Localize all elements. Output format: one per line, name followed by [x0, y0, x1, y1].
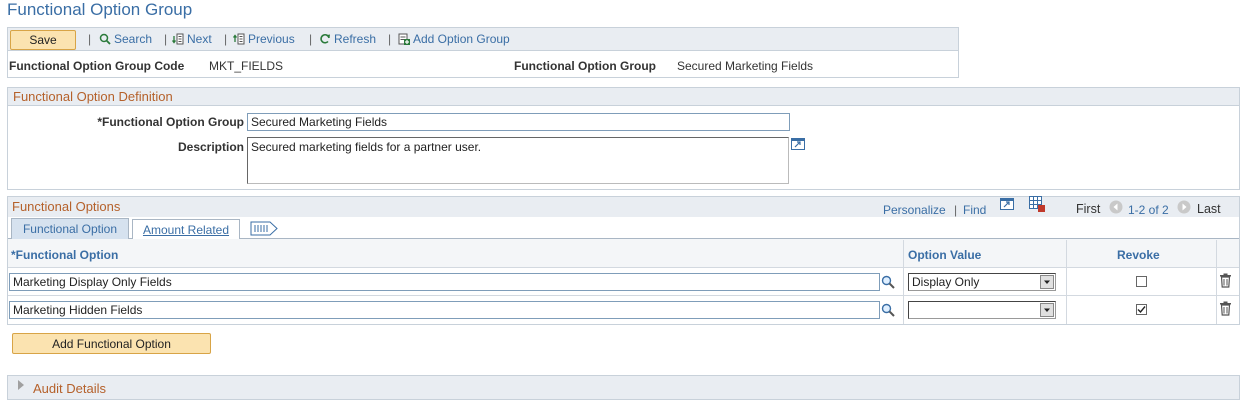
previous-label: Previous [248, 32, 295, 46]
group-name-label: Functional Option Group [514, 59, 656, 73]
toolbar-separator: | [224, 32, 228, 46]
add-icon [398, 33, 410, 45]
previous-row-icon[interactable] [1109, 200, 1123, 214]
functional-option-group-input[interactable] [247, 113, 790, 131]
delete-row-icon[interactable] [1219, 301, 1232, 316]
search-label: Search [114, 32, 153, 46]
lookup-icon[interactable] [881, 275, 895, 289]
add-option-group-label: Add Option Group [413, 32, 510, 46]
refresh-link[interactable]: Refresh [319, 32, 376, 46]
next-icon [172, 33, 184, 45]
audit-details-title[interactable]: Audit Details [33, 381, 106, 396]
definition-section-title: Functional Option Definition [8, 88, 1239, 106]
toolbar-separator: | [388, 32, 392, 46]
save-button[interactable]: Save [10, 30, 76, 50]
delete-row-icon[interactable] [1219, 273, 1232, 288]
refresh-icon [320, 34, 330, 44]
functional-options-title: Functional Options [12, 199, 121, 214]
next-link[interactable]: Next [172, 32, 212, 46]
dropdown-arrow-icon [1040, 275, 1054, 289]
show-all-columns-icon[interactable] [250, 221, 278, 236]
group-code-value: MKT_FIELDS [209, 59, 284, 73]
option-value-select[interactable] [908, 301, 1056, 319]
toolbar-separator: | [164, 32, 168, 46]
lookup-icon[interactable] [881, 303, 895, 317]
option-value-select[interactable]: Display Only [908, 273, 1056, 291]
search-link[interactable]: Search [99, 32, 152, 46]
expand-icon[interactable] [791, 138, 805, 150]
group-name-value: Secured Marketing Fields [677, 59, 814, 73]
revoke-checkbox[interactable] [1136, 304, 1147, 315]
find-link[interactable]: Find [963, 203, 986, 217]
add-functional-option-button[interactable]: Add Functional Option [12, 333, 211, 354]
checkmark-icon [1137, 306, 1146, 314]
description-textarea[interactable]: Secured marketing fields for a partner u… [247, 137, 789, 184]
view-all-icon[interactable] [1000, 198, 1014, 210]
tab-amount-related[interactable]: Amount Related [132, 219, 240, 239]
first-label: First [1076, 202, 1101, 216]
option-value-selected: Display Only [912, 275, 980, 289]
next-row-icon[interactable] [1177, 200, 1191, 214]
last-label: Last [1197, 202, 1221, 216]
page-title: Functional Option Group [7, 0, 193, 19]
functional-option-group-label: *Functional Option Group [97, 115, 244, 129]
functional-option-input[interactable] [9, 301, 880, 319]
dropdown-arrow-icon [1040, 303, 1054, 317]
next-label: Next [187, 32, 212, 46]
group-code-label: Functional Option Group Code [9, 59, 185, 73]
functional-option-input[interactable] [9, 273, 880, 291]
expand-arrow-icon[interactable] [17, 379, 25, 391]
personalize-link[interactable]: Personalize [883, 203, 946, 217]
download-spreadsheet-icon[interactable] [1029, 196, 1045, 212]
column-header-functional-option: *Functional Option [11, 248, 119, 262]
search-icon [99, 33, 111, 45]
column-header-revoke: Revoke [1117, 248, 1160, 262]
description-label: Description [177, 140, 244, 154]
toolbar-separator: | [309, 32, 313, 46]
previous-icon [233, 33, 245, 45]
previous-link[interactable]: Previous [233, 32, 295, 46]
toolbar-separator: | [88, 32, 92, 46]
revoke-checkbox[interactable] [1136, 276, 1147, 287]
row-range: 1-2 of 2 [1128, 203, 1169, 217]
audit-details-section[interactable] [7, 375, 1240, 400]
add-option-group-link[interactable]: Add Option Group [398, 32, 510, 46]
tab-functional-option[interactable]: Functional Option [11, 218, 129, 239]
refresh-label: Refresh [334, 32, 377, 46]
column-header-option-value: Option Value [908, 248, 982, 262]
grid-separator: | [954, 203, 958, 217]
